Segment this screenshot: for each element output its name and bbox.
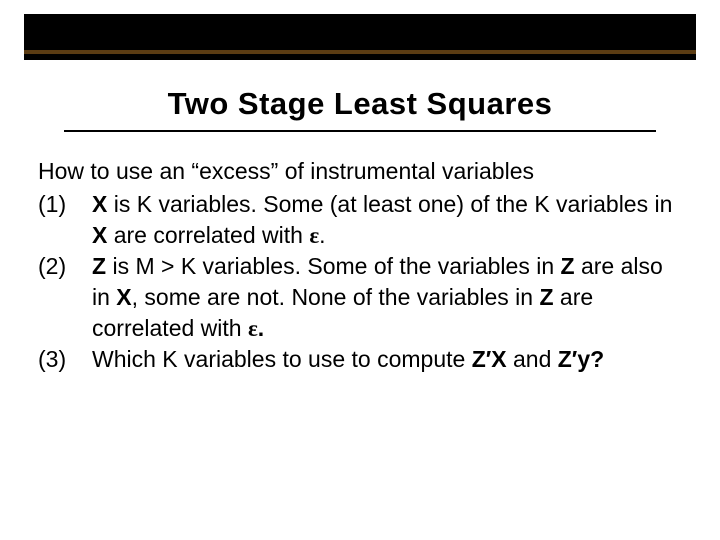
list-item: (3) Which K variables to use to compute … xyxy=(38,344,680,375)
item-number: (2) xyxy=(38,251,92,344)
item-text: Which K variables to use to compute Z′X … xyxy=(92,344,680,375)
list-item: (1) X is K variables. Some (at least one… xyxy=(38,189,680,251)
item-text: Z is M > K variables. Some of the variab… xyxy=(92,251,680,344)
header-bar xyxy=(24,14,696,60)
slide: Two Stage Least Squares How to use an “e… xyxy=(0,0,720,540)
list-item: (2) Z is M > K variables. Some of the va… xyxy=(38,251,680,344)
body-text: How to use an “excess” of instrumental v… xyxy=(38,156,680,375)
intro-line: How to use an “excess” of instrumental v… xyxy=(38,156,680,187)
title-container: Two Stage Least Squares xyxy=(24,86,696,132)
item-number: (3) xyxy=(38,344,92,375)
item-text: X is K variables. Some (at least one) of… xyxy=(92,189,680,251)
item-number: (1) xyxy=(38,189,92,251)
slide-title: Two Stage Least Squares xyxy=(64,86,656,132)
